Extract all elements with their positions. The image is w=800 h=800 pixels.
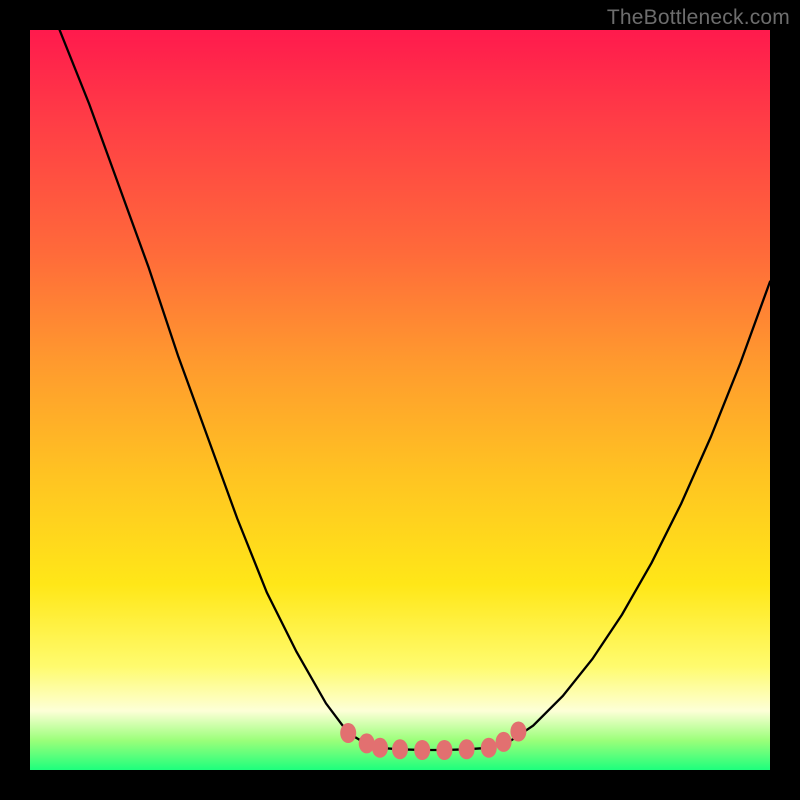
left-curve xyxy=(60,30,378,748)
marker-dot xyxy=(414,740,430,760)
chart-frame: TheBottleneck.com xyxy=(0,0,800,800)
bottom-flat xyxy=(378,748,489,750)
watermark-text: TheBottleneck.com xyxy=(607,6,790,30)
marker-dot xyxy=(481,738,497,758)
marker-dot xyxy=(459,739,475,759)
curve-layer xyxy=(30,30,770,770)
marker-dot xyxy=(496,732,512,752)
marker-group xyxy=(340,722,526,761)
marker-dot xyxy=(359,733,375,753)
marker-dot xyxy=(510,722,526,742)
marker-dot xyxy=(340,723,356,743)
right-curve xyxy=(489,282,770,748)
plot-area xyxy=(30,30,770,770)
marker-dot xyxy=(372,738,388,758)
marker-dot xyxy=(436,740,452,760)
marker-dot xyxy=(392,739,408,759)
